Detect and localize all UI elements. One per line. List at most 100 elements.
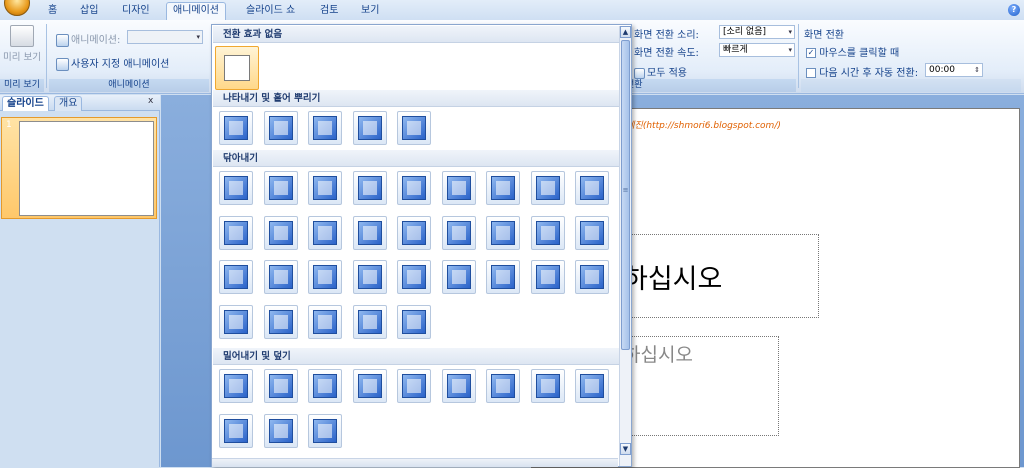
transition-wipe-32[interactable] — [397, 304, 431, 339]
apply-all-button[interactable]: 모두 적용 — [634, 64, 687, 79]
scrollbar-thumb[interactable]: ≡ — [621, 40, 630, 350]
slides-pane: 슬라이드 개요 x 1 — [0, 95, 160, 467]
ribbon-separator — [46, 24, 47, 88]
after-option[interactable]: 다음 시간 후 자동 전환: — [806, 64, 918, 79]
transition-wipe-19[interactable] — [219, 260, 253, 294]
sound-dropdown[interactable]: [소리 없음] ▾ — [719, 25, 795, 39]
transition-arrow-icon — [585, 379, 599, 393]
tab-view[interactable]: 보기 — [361, 3, 379, 20]
transition-push-cover-3[interactable] — [308, 369, 342, 403]
transition-wipe-31[interactable] — [352, 304, 387, 339]
transition-fade-dissolve-3[interactable] — [308, 111, 342, 145]
office-button[interactable] — [4, 0, 30, 16]
transition-arrow-icon — [585, 270, 599, 284]
transition-fade-dissolve-5[interactable] — [397, 111, 431, 145]
transition-wipe-26[interactable] — [530, 260, 565, 294]
scroll-up-icon[interactable]: ▲ — [620, 26, 631, 38]
transition-arrow-icon — [273, 314, 288, 329]
transition-wipe-20[interactable] — [263, 260, 298, 294]
transition-wipe-21[interactable] — [308, 260, 342, 294]
transition-wipe-24[interactable] — [441, 260, 476, 294]
transition-wipe-10[interactable] — [219, 215, 253, 250]
transition-wipe-14[interactable] — [397, 215, 431, 250]
transition-wipe-18[interactable] — [575, 215, 609, 250]
transition-fade-dissolve-4[interactable] — [352, 111, 387, 145]
transition-push-cover-9[interactable] — [575, 369, 609, 403]
transition-push-cover-1[interactable] — [219, 369, 253, 403]
help-icon[interactable]: ? — [1008, 4, 1020, 16]
preview-icon — [10, 25, 34, 47]
sound-value: [소리 없음] — [723, 27, 767, 37]
transition-wipe-8[interactable] — [530, 171, 565, 205]
transition-wipe-16[interactable] — [486, 215, 520, 250]
transition-arrow-icon — [273, 121, 288, 135]
transition-push-cover-4[interactable] — [352, 369, 387, 403]
tab-animations[interactable]: 애니메이션 — [166, 2, 226, 21]
transition-push-cover-5[interactable] — [397, 369, 431, 403]
transition-push-cover-8[interactable] — [530, 369, 565, 403]
after-label: 다음 시간 후 자동 전환: — [819, 68, 919, 79]
transition-wipe-25[interactable] — [486, 260, 520, 294]
transition-fade-dissolve-2[interactable] — [263, 111, 298, 145]
transition-wipe-6[interactable] — [441, 171, 476, 205]
title-placeholder[interactable]: 하십시오 — [622, 234, 819, 318]
animate-dropdown[interactable]: ▾ — [127, 30, 203, 44]
after-checkbox[interactable] — [806, 68, 816, 78]
transition-arrow-icon — [540, 270, 555, 284]
transition-wipe-30[interactable] — [308, 304, 342, 339]
transition-wipe-9[interactable] — [575, 171, 609, 205]
transition-group: 화면 전환 소리: [소리 없음] ▾ 화면 전환 속도: 빠르게 ▾ 모두 적용 … — [620, 22, 796, 92]
transition-push-cover-12[interactable] — [308, 413, 342, 448]
transition-wipe-17[interactable] — [530, 215, 565, 250]
transition-wipe-29[interactable] — [263, 304, 298, 339]
tab-outline[interactable]: 개요 — [54, 96, 83, 111]
scroll-down-icon[interactable]: ▼ — [620, 443, 631, 455]
tab-home[interactable]: 홈 — [48, 3, 57, 20]
custom-animation-row[interactable]: 사용자 지정 애니메이션 — [56, 55, 169, 71]
transition-push-cover-11[interactable] — [263, 413, 298, 448]
transition-arrow-icon — [407, 270, 421, 284]
transition-arrow-icon — [451, 270, 466, 284]
transition-wipe-27[interactable] — [575, 260, 609, 294]
tab-design[interactable]: 디자인 — [122, 3, 150, 20]
transition-push-cover-2[interactable] — [263, 369, 298, 403]
transition-push-cover-6[interactable] — [441, 369, 476, 403]
transition-push-cover-7[interactable] — [486, 369, 520, 403]
on-click-checkbox[interactable]: ✓ — [806, 48, 816, 58]
transition-no-transition-1[interactable] — [215, 46, 259, 90]
transition-wipe-11[interactable] — [263, 215, 298, 250]
transition-wipe-28[interactable] — [219, 304, 253, 339]
transition-wipe-2[interactable] — [263, 171, 298, 205]
gallery-scrollbar[interactable]: ▲ ≡ ▼ — [619, 26, 631, 466]
on-click-option[interactable]: ✓ 마우스를 클릭할 때 — [806, 44, 899, 59]
gallery-resize-grip[interactable] — [212, 458, 618, 467]
speed-label: 화면 전환 속도: — [634, 48, 699, 59]
subtitle-placeholder[interactable]: 하십시오 — [622, 336, 779, 436]
spinner-arrows-icon: ⇕ — [974, 66, 980, 74]
transition-wipe-7[interactable] — [486, 171, 520, 205]
transition-wipe-15[interactable] — [441, 215, 476, 250]
after-time-spinner[interactable]: 00:00 ⇕ — [925, 63, 983, 77]
transition-wipe-12[interactable] — [308, 215, 342, 250]
transition-fade-dissolve-1[interactable] — [219, 111, 253, 145]
transition-wipe-4[interactable] — [352, 171, 387, 205]
tab-slideshow[interactable]: 슬라이드 쇼 — [246, 3, 295, 20]
preview-button[interactable]: 미리 보기 — [2, 52, 42, 63]
transition-wipe-13[interactable] — [352, 215, 387, 250]
transition-arrow-icon — [229, 270, 243, 284]
close-icon[interactable]: x — [148, 96, 153, 106]
transition-wipe-5[interactable] — [397, 171, 431, 205]
slide-number: 1 — [6, 120, 12, 130]
transition-wipe-1[interactable] — [219, 171, 253, 205]
chevron-down-icon: ▾ — [196, 33, 200, 41]
tab-slides[interactable]: 슬라이드 — [2, 96, 49, 111]
transition-wipe-23[interactable] — [397, 260, 431, 294]
tab-insert[interactable]: 삽입 — [80, 3, 98, 20]
speed-dropdown[interactable]: 빠르게 ▾ — [719, 43, 795, 57]
transition-push-cover-10[interactable] — [219, 413, 253, 448]
slide-thumbnail-selected[interactable]: 1 — [1, 117, 157, 219]
transition-wipe-22[interactable] — [352, 260, 387, 294]
transition-arrow-icon — [407, 379, 421, 393]
tab-review[interactable]: 검토 — [320, 3, 338, 20]
transition-wipe-3[interactable] — [308, 171, 342, 205]
